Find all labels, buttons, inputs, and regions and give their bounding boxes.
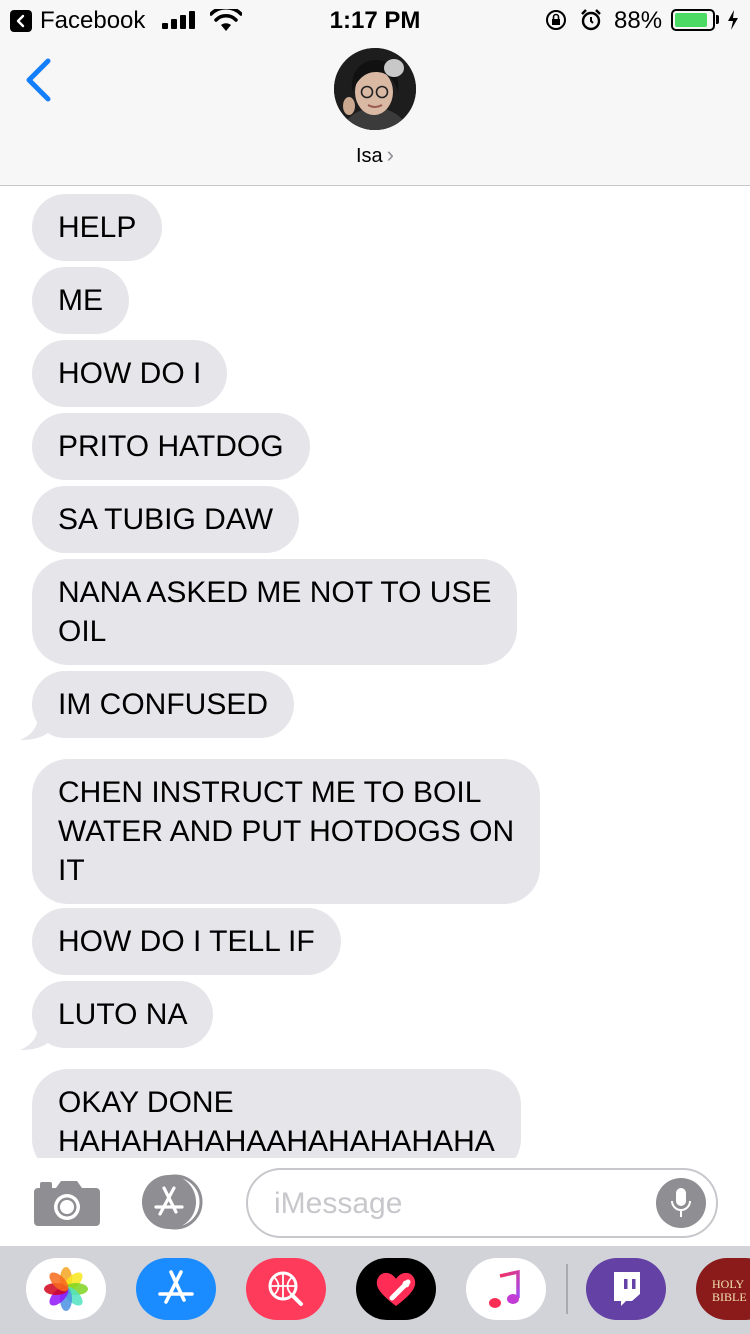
heart-touch-icon bbox=[376, 1272, 416, 1306]
battery-tip bbox=[716, 15, 719, 24]
contact-avatar[interactable] bbox=[334, 48, 416, 130]
drawer-divider bbox=[566, 1264, 568, 1314]
holy-bible-app-button[interactable]: HOLY BIBLE bbox=[696, 1258, 750, 1320]
camera-icon bbox=[34, 1181, 100, 1226]
bubble-tail bbox=[20, 1025, 50, 1050]
music-note-icon bbox=[489, 1269, 520, 1308]
contact-name[interactable]: Isa › bbox=[0, 142, 750, 168]
message-bubble[interactable]: IM CONFUSED bbox=[32, 671, 294, 738]
contact-name-label[interactable]: Isa bbox=[356, 145, 383, 167]
message-thread[interactable]: HELP ME HOW DO I PRITO HATDOG SA TUBIG D… bbox=[0, 186, 750, 1158]
images-search-app-button[interactable] bbox=[246, 1258, 326, 1320]
chevron-left-icon bbox=[26, 58, 51, 102]
photos-icon bbox=[44, 1267, 88, 1311]
chevron-right-icon: › bbox=[386, 142, 394, 167]
globe-search-icon bbox=[268, 1271, 303, 1306]
message-bubble[interactable]: NANA ASKED ME NOT TO USE OIL bbox=[32, 559, 518, 665]
holy-bible-label: HOLY BIBLE bbox=[712, 1277, 747, 1304]
message-bubble[interactable]: SA TUBIG DAW bbox=[32, 486, 300, 553]
message-bubble[interactable]: OKAY DONE HAHAHAHAHAAHAHAHAHAHA bbox=[32, 1069, 521, 1158]
app-store-icon bbox=[158, 1270, 194, 1304]
battery-icon bbox=[671, 9, 715, 31]
message-bubble[interactable]: CHEN INSTRUCT ME TO BOIL WATER AND PUT H… bbox=[32, 759, 541, 904]
message-bubble[interactable]: HOW DO I bbox=[32, 340, 228, 407]
message-bubble[interactable]: HELP bbox=[32, 194, 163, 261]
message-bubble[interactable]: PRITO HATDOG bbox=[32, 413, 310, 480]
imessage-app-drawer: HOLY BIBLE bbox=[0, 1246, 750, 1334]
battery-percent: 88% bbox=[614, 7, 663, 34]
apps-button[interactable] bbox=[138, 1174, 212, 1235]
dictation-button[interactable] bbox=[656, 1178, 706, 1228]
app-store-icon bbox=[142, 1174, 203, 1230]
microphone-icon bbox=[671, 1188, 691, 1217]
music-app-button[interactable] bbox=[466, 1258, 546, 1320]
bubble-tail bbox=[20, 715, 50, 740]
twitch-app-button[interactable] bbox=[586, 1258, 666, 1320]
twitch-icon bbox=[614, 1272, 640, 1306]
charging-icon bbox=[728, 10, 738, 30]
message-bubble[interactable]: HOW DO I TELL IF bbox=[32, 908, 341, 975]
back-button[interactable] bbox=[22, 58, 56, 102]
camera-button[interactable] bbox=[34, 1180, 100, 1231]
app-store-app-button[interactable] bbox=[136, 1258, 216, 1320]
message-placeholder: iMessage bbox=[274, 1187, 403, 1220]
message-bubble[interactable]: ME bbox=[32, 267, 129, 334]
digital-touch-app-button[interactable] bbox=[356, 1258, 436, 1320]
message-input[interactable]: iMessage bbox=[246, 1168, 718, 1238]
orientation-lock-icon bbox=[546, 10, 566, 30]
conversation-header: Isa › bbox=[0, 40, 750, 186]
photos-app-button[interactable] bbox=[26, 1258, 106, 1320]
alarm-icon bbox=[581, 9, 601, 31]
message-bubble[interactable]: LUTO NA bbox=[32, 981, 214, 1048]
status-bar: Facebook 1:17 PM 88% bbox=[0, 0, 750, 40]
battery-level-fill bbox=[675, 13, 707, 27]
compose-bar: iMessage bbox=[0, 1158, 750, 1246]
